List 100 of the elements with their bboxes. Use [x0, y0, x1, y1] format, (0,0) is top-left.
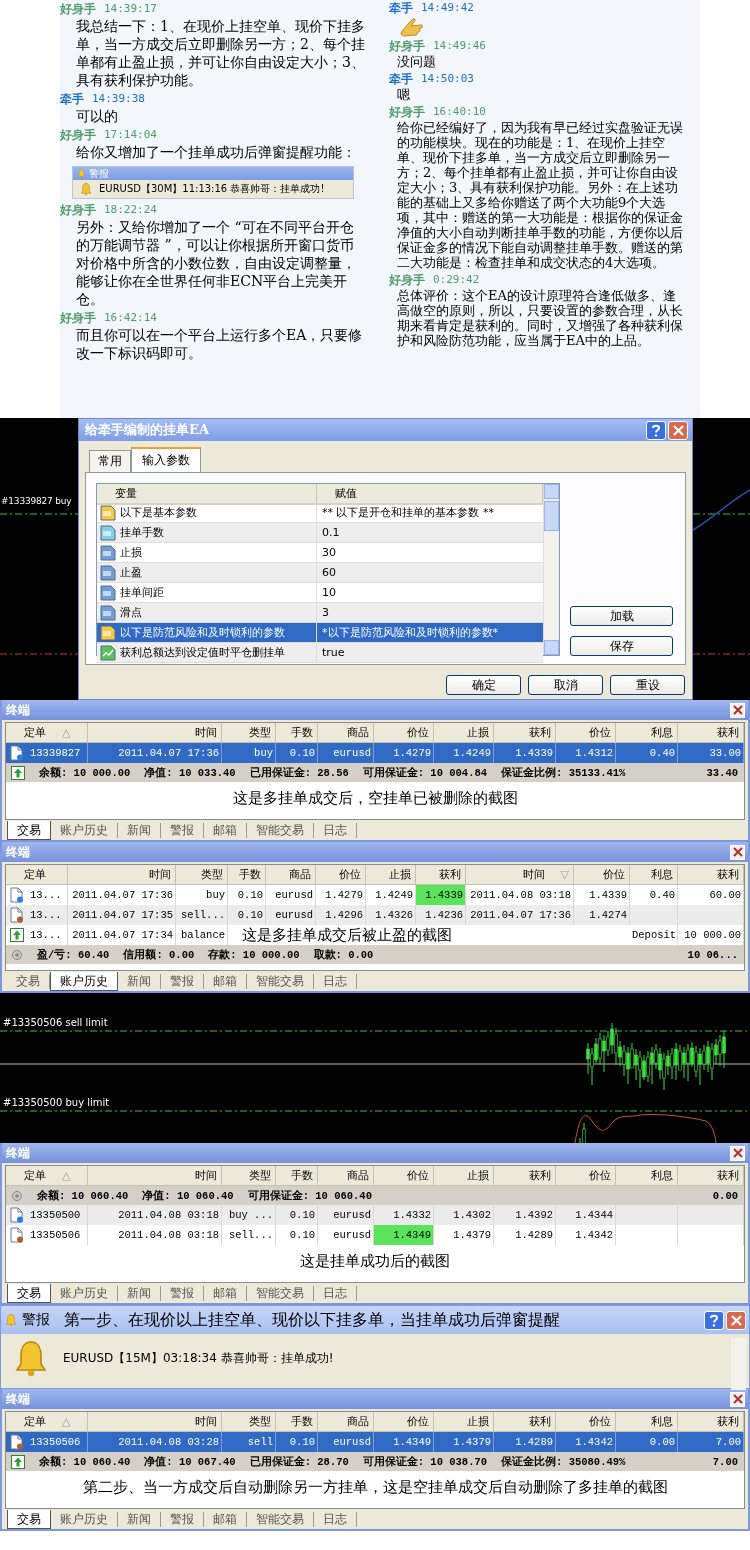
parameter-value[interactable]: *以下是防范风险和及时锁利的参数*: [317, 623, 543, 642]
side-button[interactable]: 加载: [570, 606, 673, 626]
column-header[interactable]: 获利: [678, 1166, 744, 1186]
parameter-row[interactable]: 获利总额达到设定值时平仓删挂单 true: [97, 643, 543, 663]
column-header[interactable]: 利息: [616, 1412, 678, 1432]
column-header[interactable]: 获利: [494, 1412, 556, 1432]
column-header[interactable]: 价位: [556, 1412, 616, 1432]
help-button[interactable]: [704, 1310, 724, 1330]
column-header[interactable]: 获利: [678, 865, 744, 885]
column-header[interactable]: 手数: [276, 1166, 318, 1186]
tab[interactable]: 邮箱: [204, 974, 247, 989]
parameter-row[interactable]: 以下是防范风险和及时锁利的参数 *以下是防范风险和及时锁利的参数*: [97, 623, 543, 643]
column-header[interactable]: 时间: [88, 723, 222, 743]
tab[interactable]: 新闻: [118, 974, 161, 989]
tab[interactable]: 新闻: [118, 1512, 161, 1527]
column-header[interactable]: 利息: [616, 1166, 678, 1186]
parameter-value[interactable]: 0.1: [317, 523, 543, 542]
parameter-row[interactable]: 以下是基本参数 ** 以下是开仓和挂单的基本参数 **: [97, 503, 543, 523]
column-header[interactable]: 定单 △: [6, 723, 88, 743]
parameter-value[interactable]: ** 以下是开仓和挂单的基本参数 **: [317, 503, 543, 522]
column-header[interactable]: 手数: [228, 865, 266, 885]
column-header[interactable]: 时间: [68, 865, 176, 885]
tab[interactable]: 日志: [314, 1286, 357, 1301]
column-header[interactable]: 类型: [222, 1166, 276, 1186]
tab[interactable]: 账户历史: [51, 1286, 118, 1301]
tab[interactable]: 账户历史: [51, 823, 118, 838]
column-header[interactable]: 手数: [276, 1412, 318, 1432]
parameter-row[interactable]: 止盈 60: [97, 563, 543, 583]
close-button[interactable]: [730, 1391, 745, 1407]
tab[interactable]: 邮箱: [204, 823, 247, 838]
column-header[interactable]: 类型: [222, 1412, 276, 1432]
tab[interactable]: 新闻: [118, 1286, 161, 1301]
tab[interactable]: 邮箱: [204, 1286, 247, 1301]
column-header[interactable]: 利息: [630, 865, 678, 885]
tab[interactable]: 日志: [314, 1512, 357, 1527]
tab[interactable]: 交易: [7, 1510, 51, 1529]
column-header[interactable]: 止损: [434, 1166, 494, 1186]
column-header[interactable]: 止损: [366, 865, 416, 885]
parameter-row[interactable]: 挂单手数 0.1: [97, 523, 543, 543]
column-header[interactable]: 商品: [318, 1412, 374, 1432]
table-row[interactable]: 13350506 2011.04.08 03:28 sell 0.10 eurusd 1.4349 1.4379 1.4289 1.4342 0.00 7.00: [6, 1432, 744, 1452]
close-button[interactable]: [730, 844, 745, 860]
column-header[interactable]: 获利: [494, 723, 556, 743]
column-header[interactable]: 类型: [222, 723, 276, 743]
column-header[interactable]: 商品: [318, 723, 374, 743]
tab[interactable]: 智能交易: [247, 1286, 314, 1301]
column-header[interactable]: 利息: [616, 723, 678, 743]
tab[interactable]: 智能交易: [247, 1512, 314, 1527]
tab[interactable]: 交易: [7, 821, 51, 840]
tab[interactable]: 邮箱: [204, 1512, 247, 1527]
tab[interactable]: 警报: [161, 974, 204, 989]
close-button[interactable]: [730, 1145, 745, 1161]
scrollbar[interactable]: [543, 484, 559, 655]
column-header[interactable]: 获利: [678, 723, 744, 743]
close-button[interactable]: [730, 702, 745, 718]
close-button[interactable]: [668, 420, 688, 440]
column-header[interactable]: 价位: [556, 723, 616, 743]
column-header[interactable]: 获利: [416, 865, 466, 885]
tab[interactable]: 警报: [161, 1512, 204, 1527]
column-header[interactable]: 价位: [556, 1166, 616, 1186]
column-header[interactable]: 时间: [88, 1412, 222, 1432]
column-header[interactable]: 价位: [574, 865, 630, 885]
tab[interactable]: 日志: [314, 974, 357, 989]
tab[interactable]: 警报: [161, 1286, 204, 1301]
column-header[interactable]: 价位: [374, 1412, 434, 1432]
column-header[interactable]: 定单: [6, 865, 68, 885]
column-header[interactable]: 定单 △: [6, 1166, 88, 1186]
tab[interactable]: 日志: [314, 823, 357, 838]
column-header[interactable]: 商品: [318, 1166, 374, 1186]
dialog-button[interactable]: 确定: [446, 675, 521, 695]
dialog-button[interactable]: 取消: [528, 675, 603, 695]
column-header[interactable]: 获利: [494, 1166, 556, 1186]
column-header[interactable]: 价位: [316, 865, 366, 885]
tab[interactable]: 常用: [89, 450, 131, 472]
close-button[interactable]: [726, 1310, 746, 1330]
column-header[interactable]: 定单 △: [6, 1412, 88, 1432]
column-header[interactable]: 商品: [266, 865, 316, 885]
column-header[interactable]: 时间: [88, 1166, 222, 1186]
dialog-button[interactable]: 重设: [610, 675, 685, 695]
column-header[interactable]: 价位: [374, 723, 434, 743]
parameter-value[interactable]: true: [317, 643, 543, 662]
table-row[interactable]: 13... 2011.04.07 17:35 sell... 0.10 eurusd 1.4296 1.4326 1.4236 2011.04.07 17:36 1.4274: [6, 905, 744, 925]
tab[interactable]: 账户历史: [50, 972, 118, 991]
tab[interactable]: 警报: [161, 823, 204, 838]
column-header[interactable]: 获利: [678, 1412, 744, 1432]
help-button[interactable]: [646, 420, 666, 440]
tab[interactable]: 智能交易: [247, 823, 314, 838]
column-header[interactable]: 止损: [434, 1412, 494, 1432]
table-row[interactable]: 13339827 2011.04.07 17:36 buy 0.10 eurusd 1.4279 1.4249 1.4339 1.4312 0.40 33.00: [6, 743, 744, 763]
parameter-value[interactable]: 10: [317, 583, 543, 602]
column-header[interactable]: 价位: [374, 1166, 434, 1186]
column-header[interactable]: 止损: [434, 723, 494, 743]
column-header[interactable]: 手数: [276, 723, 318, 743]
side-button[interactable]: 保存: [570, 636, 673, 656]
column-header[interactable]: 时间 ▽: [466, 865, 574, 885]
column-header[interactable]: 类型: [176, 865, 228, 885]
parameter-row[interactable]: 滑点 3: [97, 603, 543, 623]
tab[interactable]: 输入参数: [131, 447, 201, 472]
parameter-value[interactable]: 60: [317, 563, 543, 582]
parameter-row[interactable]: 挂单间距 10: [97, 583, 543, 603]
